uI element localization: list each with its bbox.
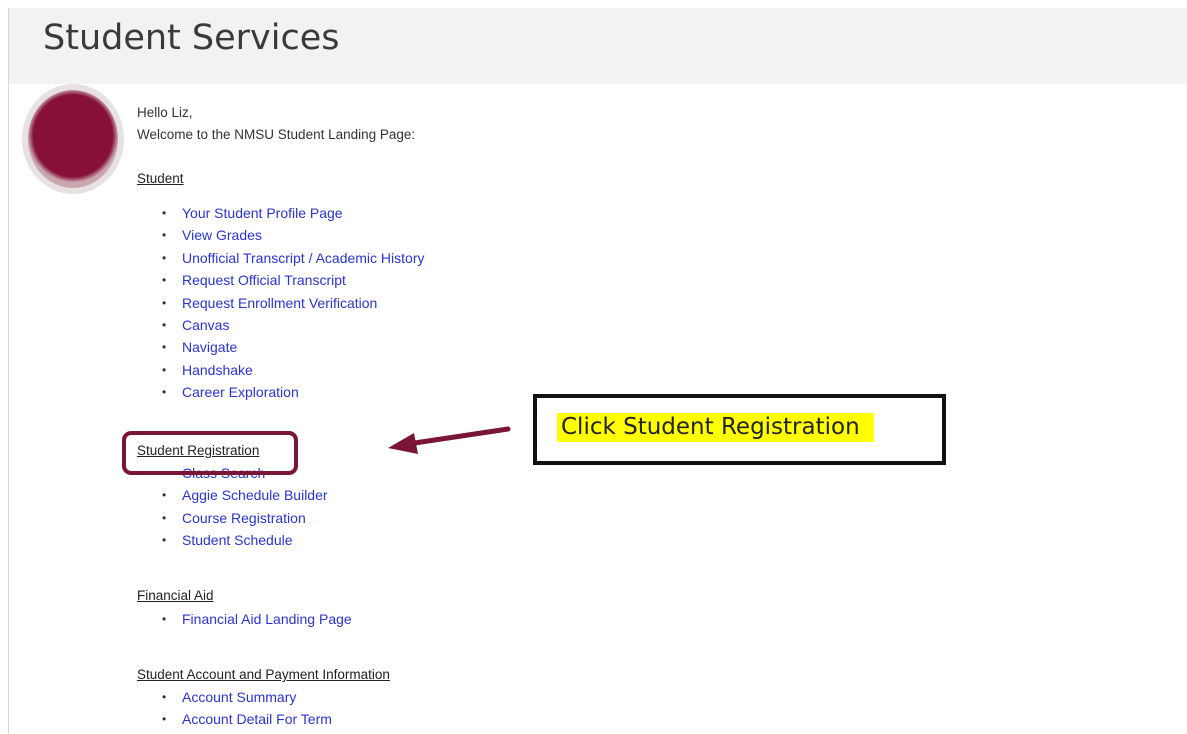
greeting-hello: Hello Liz,: [137, 105, 193, 120]
link-request-official-transcript[interactable]: Request Official Transcript: [182, 272, 346, 288]
list-item: Handshake: [160, 359, 425, 381]
avatar: [24, 86, 122, 192]
list-item: Financial Aid Landing Page: [160, 608, 352, 630]
list-item: Canvas: [160, 314, 425, 336]
list-item: Navigate: [160, 336, 425, 358]
link-view-grades[interactable]: View Grades: [182, 227, 262, 243]
list-item: Course Registration: [160, 507, 328, 529]
greeting-welcome: Welcome to the NMSU Student Landing Page…: [137, 127, 416, 142]
list-item: Unofficial Transcript / Academic History: [160, 247, 425, 269]
registration-links: Class Search Aggie Schedule Builder Cour…: [160, 462, 328, 552]
list-item: View Grades: [160, 224, 425, 246]
list-item: Request Official Transcript: [160, 269, 425, 291]
link-student-schedule[interactable]: Student Schedule: [182, 532, 293, 548]
link-career-exploration[interactable]: Career Exploration: [182, 384, 299, 400]
link-enrollment-verification[interactable]: Request Enrollment Verification: [182, 295, 377, 311]
link-canvas[interactable]: Canvas: [182, 317, 229, 333]
list-item: Your Student Profile Page: [160, 202, 425, 224]
annotation-arrow-icon: [388, 426, 511, 454]
page-title: Student Services: [43, 18, 340, 58]
list-item: Aggie Schedule Builder: [160, 484, 328, 506]
link-financial-aid-landing[interactable]: Financial Aid Landing Page: [182, 611, 352, 627]
link-handshake[interactable]: Handshake: [182, 362, 253, 378]
callout-text: Click Student Registration: [557, 413, 874, 442]
list-item: Student Schedule: [160, 529, 328, 551]
callout-box: Click Student Registration: [533, 394, 946, 465]
link-unofficial-transcript[interactable]: Unofficial Transcript / Academic History: [182, 250, 425, 266]
link-navigate[interactable]: Navigate: [182, 339, 237, 355]
financial-aid-links: Financial Aid Landing Page: [160, 608, 352, 630]
link-aggie-schedule-builder[interactable]: Aggie Schedule Builder: [182, 487, 328, 503]
highlight-box-student-registration: [122, 431, 298, 475]
account-links: Account Summary Account Detail For Term: [160, 686, 332, 731]
section-heading-financial-aid: Financial Aid: [137, 588, 214, 603]
section-heading-account-payment: Student Account and Payment Information: [137, 667, 390, 682]
list-item: Account Detail For Term: [160, 708, 332, 730]
list-item: Career Exploration: [160, 381, 425, 403]
link-student-profile[interactable]: Your Student Profile Page: [182, 205, 343, 221]
list-item: Account Summary: [160, 686, 332, 708]
section-heading-student: Student: [137, 171, 184, 186]
link-account-summary[interactable]: Account Summary: [182, 689, 296, 705]
link-course-registration[interactable]: Course Registration: [182, 510, 306, 526]
link-account-detail-term[interactable]: Account Detail For Term: [182, 711, 332, 727]
student-links: Your Student Profile Page View Grades Un…: [160, 202, 425, 404]
list-item: Request Enrollment Verification: [160, 292, 425, 314]
